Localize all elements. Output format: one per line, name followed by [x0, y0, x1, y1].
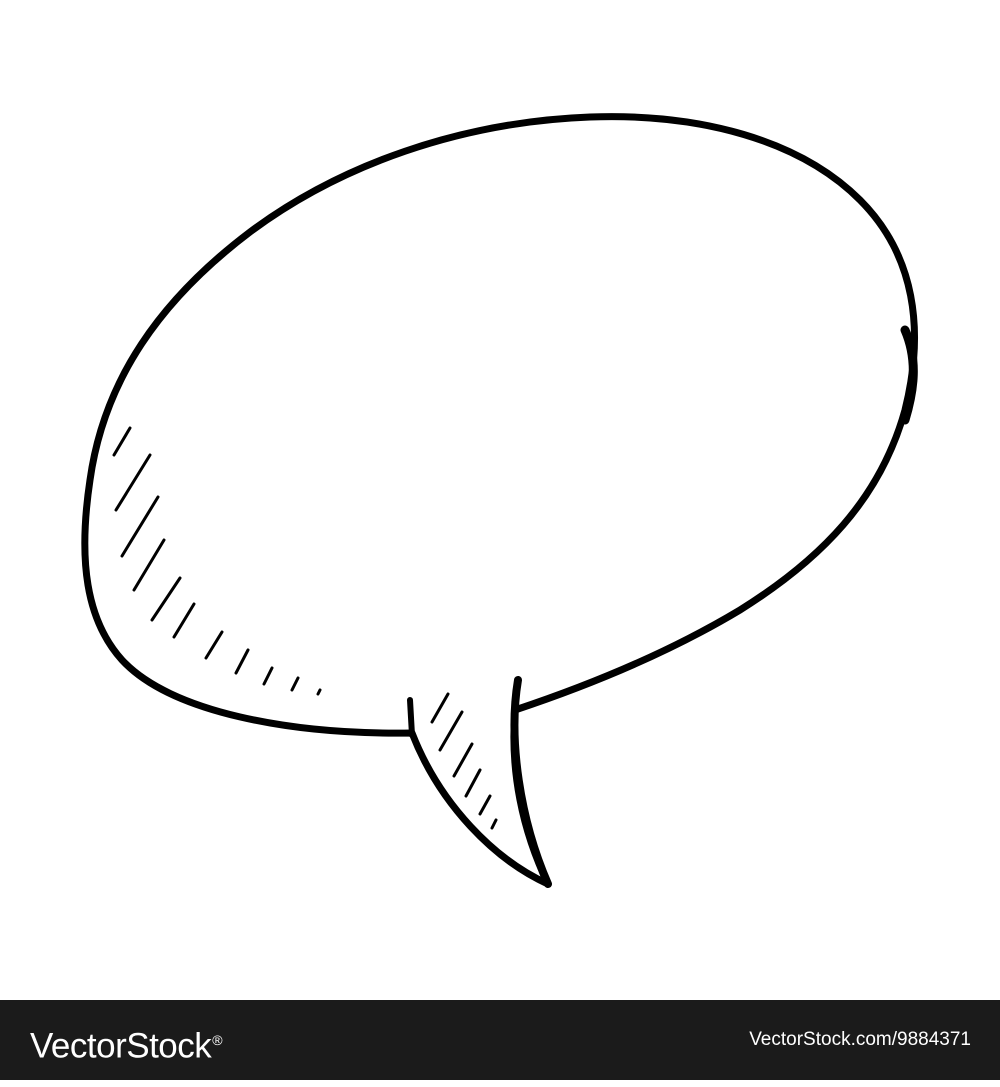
illustration-area — [0, 0, 1000, 1000]
tail-edge-left — [407, 697, 415, 738]
watermark-footer: VectorStock® VectorStock.com/9884371 — [0, 1000, 1000, 1080]
speech-bubble-outline — [81, 113, 919, 888]
registered-mark: ® — [212, 1032, 223, 1048]
brand-logo: VectorStock® — [30, 1000, 223, 1080]
speech-bubble-icon — [81, 113, 919, 888]
brand-name: VectorStock — [30, 1026, 212, 1066]
image-reference: VectorStock.com/9884371 — [749, 1029, 971, 1050]
